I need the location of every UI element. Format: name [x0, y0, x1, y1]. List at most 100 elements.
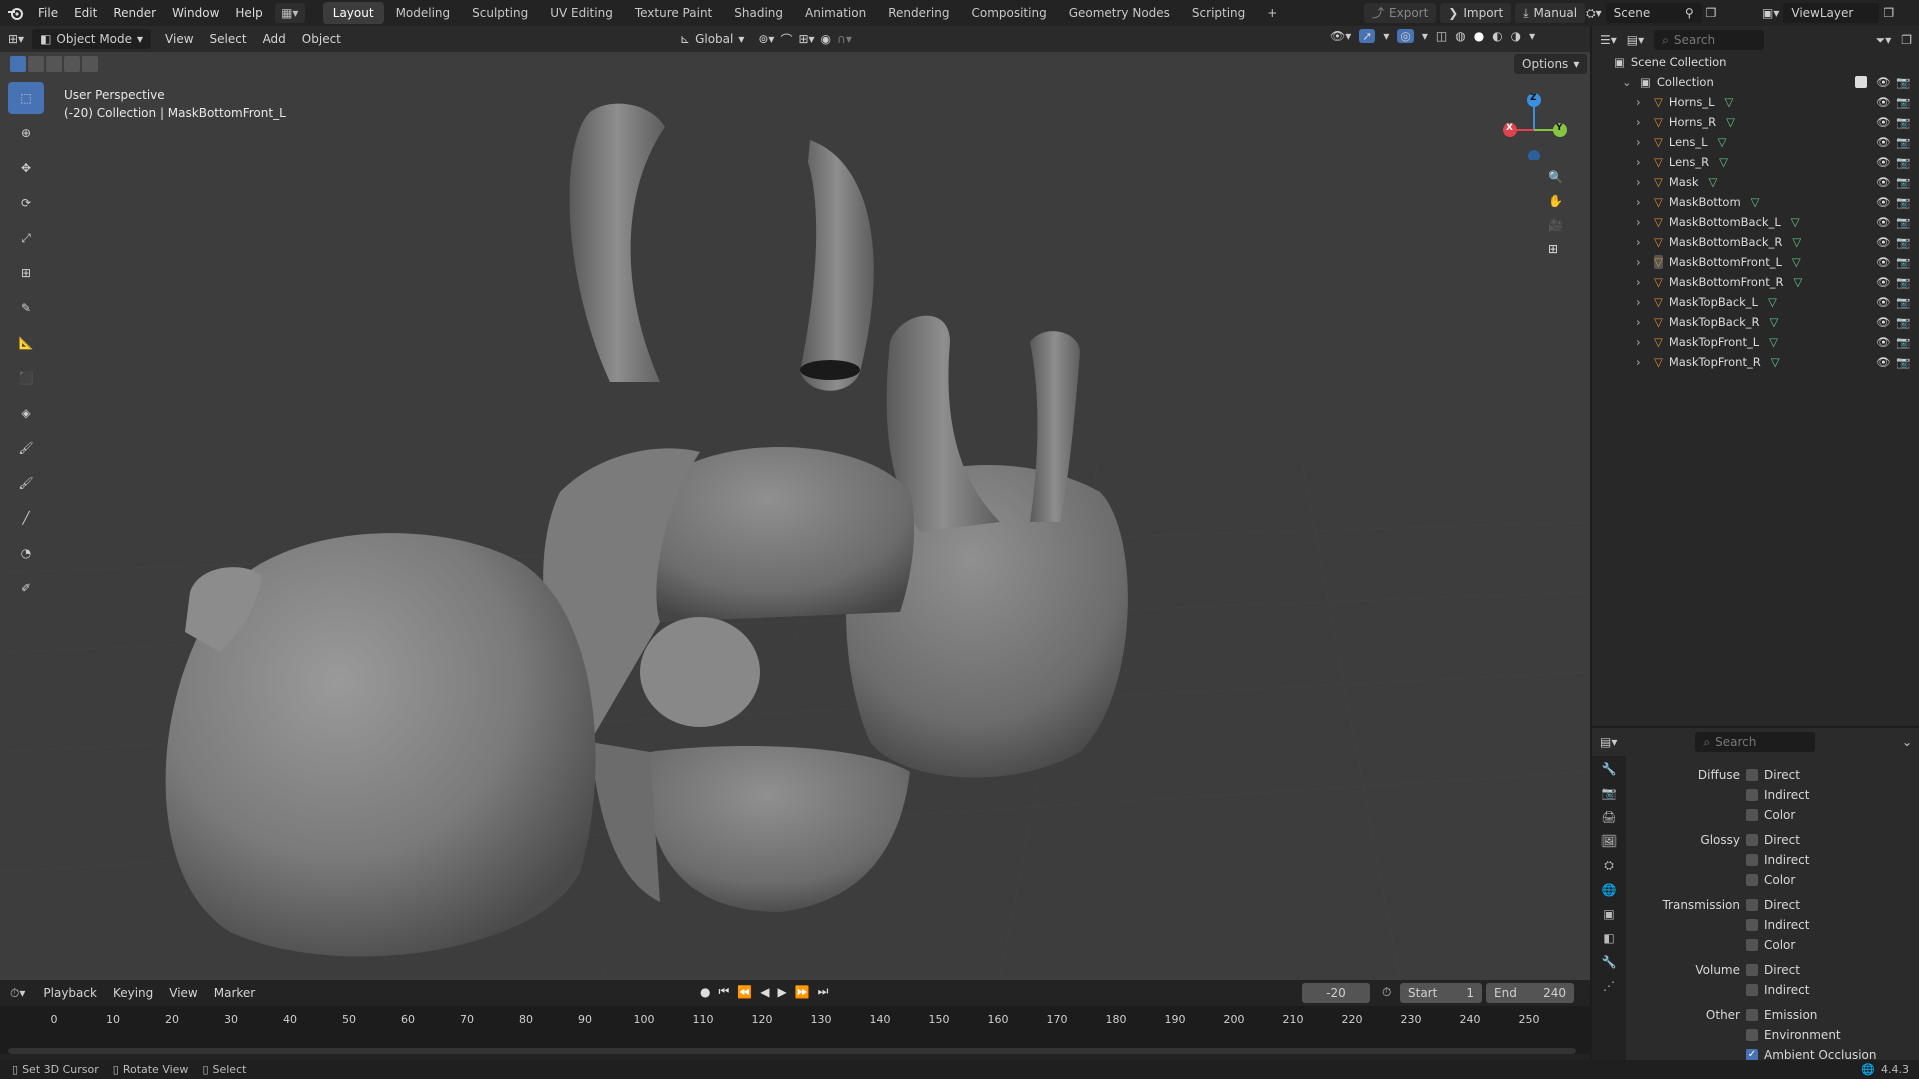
grid-projection-icon[interactable]: ⊞: [1548, 242, 1563, 256]
proportional-edit-icon[interactable]: ◉: [821, 32, 831, 46]
chevron-right-icon[interactable]: ›: [1636, 295, 1648, 309]
tab-rendering[interactable]: Rendering: [878, 2, 959, 24]
solid-shading-icon[interactable]: ●: [1474, 29, 1484, 43]
editor-type-icon[interactable]: ▦▾: [274, 3, 305, 23]
outliner-object-row[interactable]: › ▽ MaskTopFront_L ▽ 👁 📷: [1592, 332, 1919, 352]
select-invert-icon[interactable]: [64, 56, 80, 72]
pass-checkbox[interactable]: [1746, 939, 1758, 951]
outliner-object-row[interactable]: › ▽ Mask ▽ 👁 📷: [1592, 172, 1919, 192]
outliner-object-row[interactable]: › ▽ MaskTopBack_R ▽ 👁 📷: [1592, 312, 1919, 332]
mesh-data-icon[interactable]: ▽: [1708, 175, 1717, 189]
outliner-object-row[interactable]: › ▽ MaskTopBack_L ▽ 👁 📷: [1592, 292, 1919, 312]
tab-scripting[interactable]: Scripting: [1182, 2, 1255, 24]
viewlayer-icon[interactable]: ▣▾: [1762, 6, 1779, 20]
output-tab-icon[interactable]: 🖨: [1601, 810, 1616, 824]
chevron-right-icon[interactable]: ›: [1636, 155, 1648, 169]
tab-compositing[interactable]: Compositing: [961, 2, 1056, 24]
mask-top-front-mesh[interactable]: [648, 447, 915, 622]
paint-tool-icon[interactable]: 🖌: [8, 432, 44, 464]
menu-select[interactable]: Select: [202, 32, 255, 46]
options-dropdown[interactable]: Options ▾: [1514, 54, 1588, 74]
mesh-data-icon[interactable]: ▽: [1769, 335, 1778, 349]
mesh-data-icon[interactable]: ▽: [1791, 215, 1800, 229]
outliner-object-row[interactable]: › ▽ Horns_L ▽ 👁 📷: [1592, 92, 1919, 112]
blender-logo-icon[interactable]: [0, 6, 30, 20]
chevron-right-icon[interactable]: ›: [1636, 175, 1648, 189]
transform-orientation-dropdown[interactable]: ⊾ Global ▾: [672, 29, 752, 49]
chevron-right-icon[interactable]: ›: [1636, 135, 1648, 149]
navigation-gizmo[interactable]: Z Y X: [1498, 88, 1570, 162]
new-viewlayer-icon[interactable]: ❐: [1883, 6, 1894, 20]
render-camera-icon[interactable]: 📷: [1896, 155, 1910, 169]
scene-collection-row[interactable]: ▣ Scene Collection: [1592, 52, 1919, 72]
visibility-eye-icon[interactable]: 👁: [1876, 335, 1891, 349]
tab-shading[interactable]: Shading: [724, 2, 793, 24]
pass-checkbox-row[interactable]: Color: [1746, 936, 1795, 954]
menu-playback[interactable]: Playback: [35, 986, 105, 1000]
snap-icon[interactable]: ⌒: [780, 31, 792, 48]
render-camera-icon[interactable]: 📷: [1896, 335, 1910, 349]
object-mode-dropdown[interactable]: ◧ Object Mode ▾: [32, 29, 152, 49]
menu-view[interactable]: View: [157, 32, 201, 46]
cursor-tool-icon[interactable]: ⊕: [8, 117, 44, 149]
end-frame-field[interactable]: End 240: [1486, 983, 1574, 1003]
move-tool-icon[interactable]: ✥: [8, 152, 44, 184]
mesh-data-icon[interactable]: ▽: [1751, 195, 1760, 209]
pass-checkbox-row[interactable]: Direct: [1746, 766, 1800, 784]
chevron-right-icon[interactable]: ›: [1636, 335, 1648, 349]
pass-checkbox-row[interactable]: Direct: [1746, 831, 1800, 849]
pass-checkbox[interactable]: [1746, 809, 1758, 821]
tool-tab-icon[interactable]: 🔧: [1602, 762, 1617, 776]
mesh-data-icon[interactable]: ▽: [1726, 115, 1735, 129]
jump-start-icon[interactable]: ⏮: [718, 984, 729, 999]
scene-tab-icon[interactable]: ⛭: [1604, 858, 1614, 873]
select-new-icon[interactable]: [10, 56, 26, 72]
visibility-eye-icon[interactable]: 👁: [1876, 75, 1891, 89]
mask-bottom-front-mesh[interactable]: [650, 746, 910, 912]
horn-right-mesh[interactable]: [800, 140, 874, 391]
next-keyframe-icon[interactable]: ⏩: [795, 985, 810, 999]
chevron-right-icon[interactable]: ›: [1636, 115, 1648, 129]
pass-checkbox[interactable]: [1746, 964, 1758, 976]
chevron-right-icon[interactable]: ›: [1636, 355, 1648, 369]
pass-checkbox-row[interactable]: Emission: [1746, 1006, 1817, 1024]
current-frame-field[interactable]: -20: [1302, 983, 1370, 1003]
render-camera-icon[interactable]: 📷: [1896, 75, 1910, 89]
outliner-object-row[interactable]: › ▽ Lens_L ▽ 👁 📷: [1592, 132, 1919, 152]
view-layer-tab-icon[interactable]: 🖼: [1601, 834, 1617, 848]
visibility-eye-icon[interactable]: 👁: [1876, 175, 1891, 189]
tab-uv-editing[interactable]: UV Editing: [540, 2, 623, 24]
tab-modeling[interactable]: Modeling: [386, 2, 461, 24]
render-camera-icon[interactable]: 📷: [1896, 175, 1910, 189]
chevron-right-icon[interactable]: ›: [1636, 215, 1648, 229]
timeline-editor-icon[interactable]: ⏱▾: [0, 986, 35, 1001]
chevron-right-icon[interactable]: ›: [1636, 255, 1648, 269]
viewport-editor-icon[interactable]: ⊞▾: [0, 32, 32, 46]
pass-checkbox-row[interactable]: Color: [1746, 871, 1795, 889]
visibility-eye-icon[interactable]: 👁: [1876, 275, 1891, 289]
render-camera-icon[interactable]: 📷: [1896, 235, 1910, 249]
xray-icon[interactable]: ◫: [1436, 29, 1447, 43]
collection-tab-icon[interactable]: ▣: [1603, 907, 1614, 921]
outliner-object-row[interactable]: › ▽ Lens_R ▽ 👁 📷: [1592, 152, 1919, 172]
visibility-eye-icon[interactable]: 👁: [1876, 235, 1891, 249]
world-tab-icon[interactable]: 🌐: [1602, 883, 1617, 897]
select-box-tool-icon[interactable]: ⬚: [8, 82, 44, 114]
modifier-tab-icon[interactable]: 🔧: [1602, 955, 1617, 969]
shading-options-icon[interactable]: ▾: [1529, 29, 1535, 43]
render-camera-icon[interactable]: 📷: [1896, 215, 1910, 229]
visibility-eye-icon[interactable]: 👁: [1876, 95, 1891, 109]
add-cube-tool-icon[interactable]: ⬛: [8, 362, 44, 394]
mask-bottom-back-mesh[interactable]: [590, 742, 660, 902]
play-reverse-icon[interactable]: ◀: [760, 985, 769, 999]
new-collection-icon[interactable]: ❐: [1901, 33, 1912, 47]
pass-checkbox-row[interactable]: Indirect: [1746, 981, 1809, 999]
transform-tool-icon[interactable]: ⊞: [8, 257, 44, 289]
measure-tool-icon[interactable]: 📐: [8, 327, 44, 359]
overlay-toggle-icon[interactable]: ◎: [1397, 29, 1414, 43]
menu-help[interactable]: Help: [227, 0, 270, 26]
pass-checkbox-row[interactable]: Environment: [1746, 1026, 1841, 1044]
pass-checkbox-row[interactable]: Color: [1746, 806, 1795, 824]
outliner-object-row[interactable]: › ▽ MaskTopFront_R ▽ 👁 📷: [1592, 352, 1919, 372]
pass-checkbox[interactable]: [1746, 899, 1758, 911]
